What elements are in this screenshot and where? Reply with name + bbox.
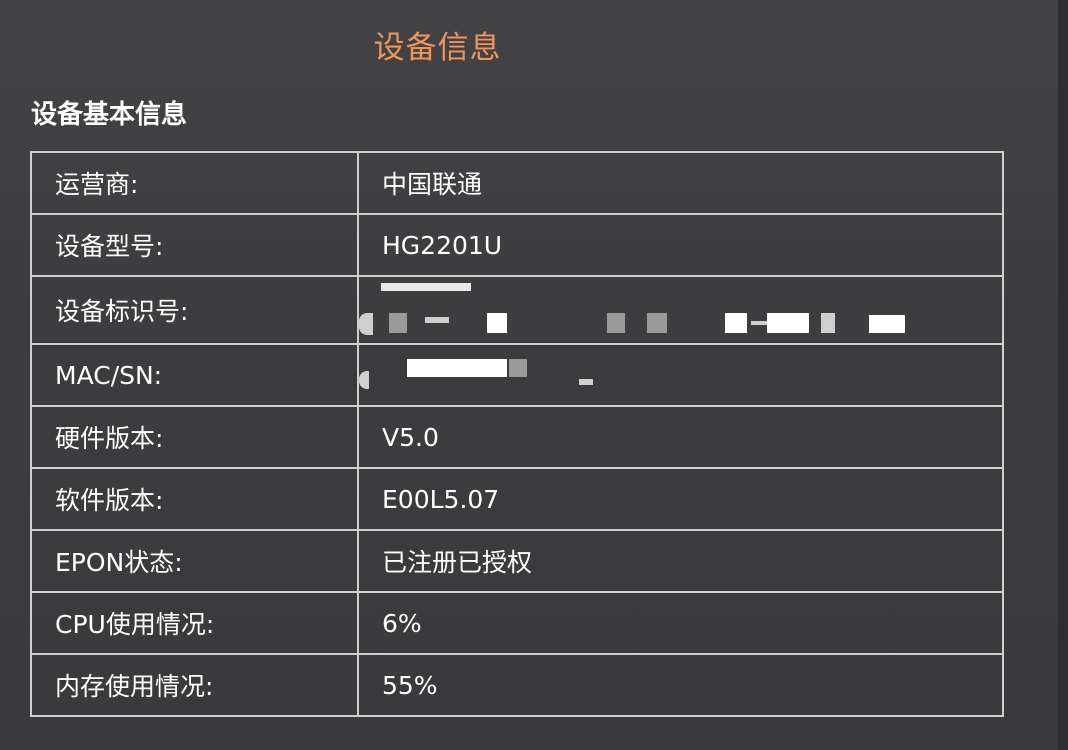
table-row: CPU使用情况: 6%: [30, 591, 1004, 655]
table-row: 硬件版本: V5.0: [30, 405, 1004, 469]
table-row: 运营商: 中国联通: [30, 151, 1004, 215]
row-value-cpu-usage: 6%: [357, 591, 1004, 655]
row-value-hardware-version: V5.0: [357, 405, 1004, 469]
row-value-mac-sn: [357, 343, 1004, 407]
table-row: 软件版本: E00L5.07: [30, 467, 1004, 531]
row-value-operator: 中国联通: [357, 151, 1004, 215]
table-row: 内存使用情况: 55%: [30, 653, 1004, 717]
row-value-device-id: [357, 275, 1004, 345]
device-info-table: 运营商: 中国联通 设备型号: HG2201U 设备标识号: MAC/SN: 硬…: [30, 151, 1004, 717]
row-label-software-version: 软件版本:: [30, 467, 359, 531]
section-title: 设备基本信息: [31, 100, 188, 130]
row-label-hardware-version: 硬件版本:: [30, 405, 359, 469]
page-title: 设备信息: [373, 30, 502, 66]
redacted-mac-sn: [359, 345, 1002, 405]
table-row: MAC/SN:: [30, 343, 1004, 407]
row-value-epon-status: 已注册已授权: [357, 529, 1004, 593]
window-edge: [1058, 0, 1068, 750]
device-info-page: 设备信息 设备基本信息 运营商: 中国联通 设备型号: HG2201U 设备标识…: [0, 0, 1068, 750]
row-label-operator: 运营商:: [30, 151, 359, 215]
table-row: 设备型号: HG2201U: [30, 213, 1004, 277]
table-row: 设备标识号:: [30, 275, 1004, 345]
row-label-model: 设备型号:: [30, 213, 359, 277]
row-value-memory-usage: 55%: [357, 653, 1004, 717]
row-value-software-version: E00L5.07: [357, 467, 1004, 531]
row-label-mac-sn: MAC/SN:: [30, 343, 359, 407]
row-label-device-id: 设备标识号:: [30, 275, 359, 345]
row-label-cpu-usage: CPU使用情况:: [30, 591, 359, 655]
row-label-memory-usage: 内存使用情况:: [30, 653, 359, 717]
row-value-model: HG2201U: [357, 213, 1004, 277]
redacted-device-id: [359, 277, 1002, 343]
table-row: EPON状态: 已注册已授权: [30, 529, 1004, 593]
row-label-epon-status: EPON状态:: [30, 529, 359, 593]
